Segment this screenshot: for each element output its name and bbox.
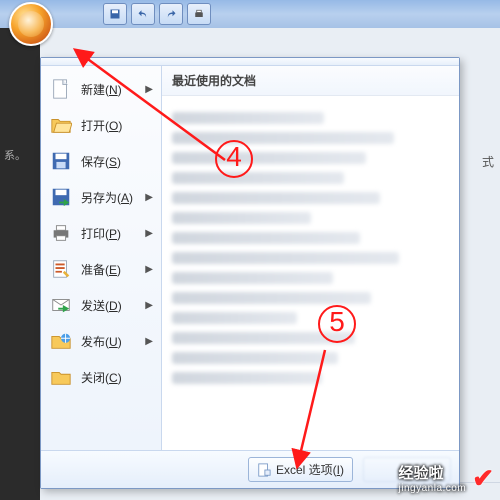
menu-item-label: 打印(P) — [81, 225, 121, 242]
menu-item-publish[interactable]: 发布(U) ▶ — [41, 323, 161, 359]
chevron-right-icon: ▶ — [145, 192, 153, 203]
menu-item-open[interactable]: 打开(O) — [41, 107, 161, 143]
chevron-right-icon: ▶ — [145, 264, 153, 275]
prepare-icon — [49, 257, 73, 281]
office-menu-footer: Excel 选项(I) — [41, 450, 459, 488]
send-icon — [49, 293, 73, 317]
recent-docs-title: 最近使用的文档 — [162, 66, 459, 96]
ribbon-label: 式 — [482, 153, 494, 170]
office-menu-head — [41, 58, 459, 66]
menu-item-label: 发送(D) — [81, 297, 122, 314]
chevron-right-icon: ▶ — [145, 228, 153, 239]
strip-text: 系。 — [0, 143, 40, 167]
menu-item-save[interactable]: 保存(S) — [41, 143, 161, 179]
menu-item-saveas[interactable]: 另存为(A) ▶ — [41, 179, 161, 215]
menu-item-label: 关闭(C) — [81, 369, 122, 386]
open-icon — [49, 113, 73, 137]
office-button[interactable] — [9, 2, 53, 46]
menu-item-label: 另存为(A) — [81, 189, 133, 206]
office-menu: 新建(N) ▶ 打开(O) 保存(S) 另存为(A) ▶ — [40, 57, 460, 489]
watermark-url: jingyanla.com — [399, 483, 467, 494]
menu-item-label: 准备(E) — [81, 261, 121, 278]
qat-undo-icon[interactable] — [131, 3, 155, 25]
menu-item-close[interactable]: 关闭(C) — [41, 359, 161, 395]
qat-print-icon[interactable] — [187, 3, 211, 25]
print-icon — [49, 221, 73, 245]
save-icon — [49, 149, 73, 173]
check-icon: ✔ — [472, 463, 494, 494]
qat-save-icon[interactable] — [103, 3, 127, 25]
recent-docs-list — [162, 96, 459, 450]
title-bar — [0, 0, 500, 29]
qat-redo-icon[interactable] — [159, 3, 183, 25]
menu-item-prepare[interactable]: 准备(E) ▶ — [41, 251, 161, 287]
publish-icon — [49, 329, 73, 353]
office-menu-left: 新建(N) ▶ 打开(O) 保存(S) 另存为(A) ▶ — [41, 66, 162, 450]
app-left-strip: 系。 — [0, 28, 40, 500]
options-icon — [257, 463, 271, 477]
menu-item-print[interactable]: 打印(P) ▶ — [41, 215, 161, 251]
saveas-icon — [49, 185, 73, 209]
menu-item-label: 打开(O) — [81, 117, 122, 134]
chevron-right-icon: ▶ — [145, 84, 153, 95]
watermark: 经验啦 jingyanla.com ✔ — [399, 462, 494, 494]
watermark-brand: 经验啦 — [399, 465, 444, 482]
new-icon — [49, 77, 73, 101]
chevron-right-icon: ▶ — [145, 300, 153, 311]
menu-item-new[interactable]: 新建(N) ▶ — [41, 71, 161, 107]
close-icon — [49, 365, 73, 389]
menu-item-label: 保存(S) — [81, 153, 121, 170]
menu-item-label: 发布(U) — [81, 333, 122, 350]
excel-options-button[interactable]: Excel 选项(I) — [248, 457, 353, 482]
menu-item-label: 新建(N) — [81, 81, 122, 98]
menu-item-send[interactable]: 发送(D) ▶ — [41, 287, 161, 323]
chevron-right-icon: ▶ — [145, 336, 153, 347]
office-menu-right: 最近使用的文档 — [162, 66, 459, 450]
excel-options-label: Excel 选项(I) — [276, 461, 344, 478]
